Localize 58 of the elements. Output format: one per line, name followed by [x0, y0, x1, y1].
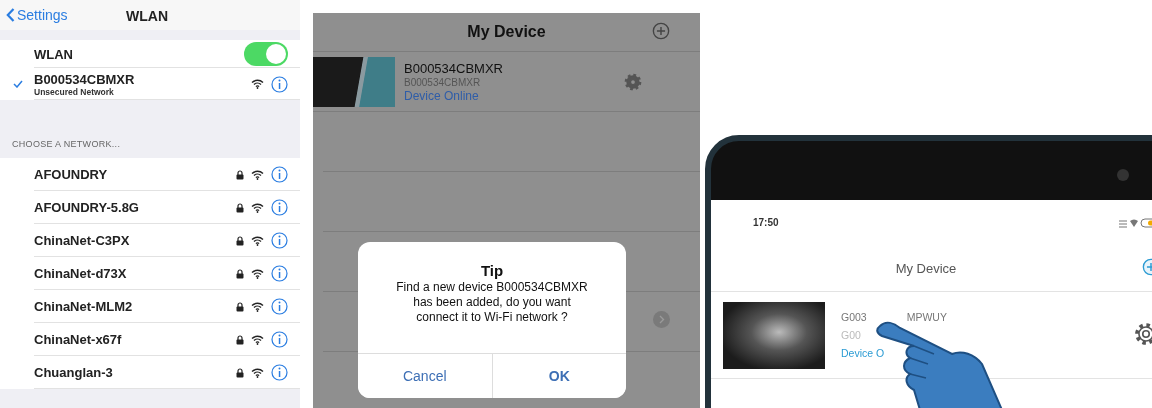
- back-label: Settings: [17, 7, 68, 23]
- device-id: G00: [841, 329, 862, 341]
- dialog-button[interactable]: OK: [491, 354, 626, 398]
- status-icons-drawing: [1119, 217, 1152, 228]
- info-icon[interactable]: [271, 265, 288, 282]
- settings-icon[interactable]: [1133, 321, 1152, 347]
- device-id: B000534CBMXR: [404, 76, 482, 88]
- network-status: Unsecured Network: [34, 86, 115, 97]
- dialog-message: Find a new device B000534CBMXR has been added, do you want connect it to Wi-Fi network ?: [395, 280, 589, 326]
- screen-title: My Device: [467, 23, 546, 41]
- network-name: AFOUNDRY-5.8G: [34, 200, 140, 215]
- network-row[interactable]: Chuanglan-3: [0, 356, 300, 389]
- network-name: ChinaNet-MLM2: [34, 299, 134, 314]
- device-name: G003: [841, 311, 867, 323]
- screen-title: My Device: [895, 260, 957, 276]
- wifi-icon: [251, 169, 264, 180]
- info-icon[interactable]: [271, 232, 288, 249]
- device-status: Device O: [841, 347, 886, 359]
- network-name: ChinaNet-C3PX: [34, 233, 131, 248]
- network-name: Chuanglan-3: [34, 365, 114, 380]
- network-row[interactable]: ChinaNet-d73X: [0, 257, 300, 290]
- network-row[interactable]: AFOUNDRY: [0, 158, 300, 191]
- back-button[interactable]: Settings: [0, 6, 74, 24]
- network-row[interactable]: ChinaNet-C3PX: [0, 224, 300, 257]
- info-icon[interactable]: [271, 166, 288, 183]
- section-header: CHOOSE A NETWORK...: [12, 139, 121, 149]
- network-row[interactable]: ChinaNet-MLM2: [0, 290, 300, 323]
- device-row[interactable]: G003 MPWUY G00 Device O: [711, 292, 1152, 379]
- device-name: B000534CBMXR: [404, 60, 503, 76]
- info-icon[interactable]: [271, 331, 288, 348]
- wifi-icon: [251, 235, 264, 246]
- network-row[interactable]: AFOUNDRY-5.8G: [0, 191, 300, 224]
- wifi-icon: [251, 301, 264, 312]
- device-status: Device Online: [404, 88, 480, 103]
- chevron-left-icon: [6, 8, 15, 22]
- wifi-icon: [251, 334, 264, 345]
- wifi-icon: [251, 202, 264, 213]
- wifi-icon: [251, 79, 264, 89]
- wlan-label: WLAN: [34, 46, 74, 62]
- info-icon[interactable]: [271, 364, 288, 381]
- info-icon[interactable]: [271, 75, 288, 93]
- info-icon[interactable]: [271, 298, 288, 315]
- info-icon[interactable]: [271, 199, 288, 216]
- network-name: ChinaNet-d73X: [34, 266, 128, 281]
- network-name: B000534CBMXR: [34, 71, 135, 87]
- device-row[interactable]: B000534CBMXR B000534CBMXR Device Online: [313, 52, 700, 112]
- wlan-toggle[interactable]: [244, 42, 288, 66]
- screen-title: WLAN: [126, 8, 168, 24]
- camera-lens: [1117, 169, 1129, 181]
- network-name: ChinaNet-x67f: [34, 332, 123, 347]
- network-name: AFOUNDRY: [34, 167, 109, 182]
- device-name: MPWUY: [906, 311, 947, 323]
- dialog-title: Tip: [479, 262, 505, 279]
- wifi-icon: [251, 268, 264, 279]
- status-time: 17:50: [753, 217, 779, 228]
- wifi-icon: [251, 367, 264, 378]
- add-icon[interactable]: [652, 22, 670, 40]
- network-row[interactable]: ChinaNet-x67f: [0, 323, 300, 356]
